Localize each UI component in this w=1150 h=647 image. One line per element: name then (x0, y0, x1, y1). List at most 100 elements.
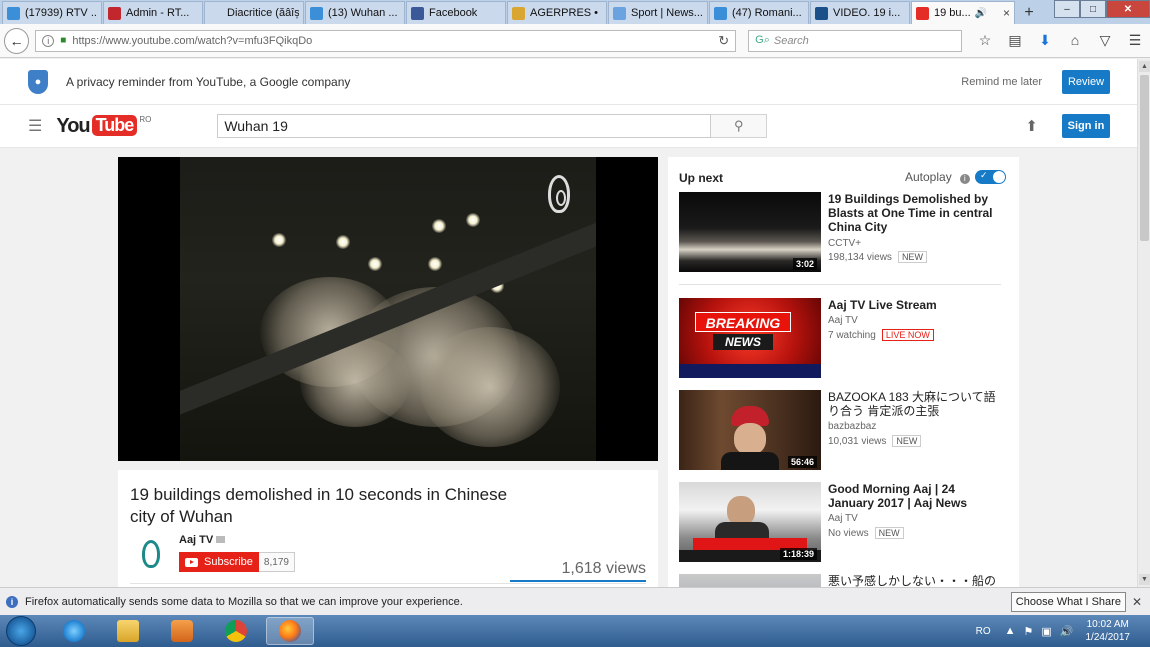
new-tab-button[interactable]: + (1016, 1, 1042, 24)
menu-icon[interactable]: ☰ (1120, 32, 1150, 49)
video-thumbnail[interactable]: 3:02 (679, 192, 821, 272)
pocket-icon[interactable]: ▽ (1090, 32, 1120, 49)
browser-tab[interactable]: VIDEO. 19 i... (810, 1, 910, 24)
firefox-notification-bar: i Firefox automatically sends some data … (0, 587, 1150, 615)
video-title[interactable]: BAZOOKA 183 大麻について語り合う 肯定派の主張 (828, 390, 1003, 418)
video-thumbnail[interactable]: BREAKING NEWS (679, 298, 821, 378)
info-icon[interactable]: i (42, 34, 55, 47)
scroll-down-icon[interactable]: ▼ (1139, 574, 1150, 585)
video-title[interactable]: Good Morning Aaj | 24 January 2017 | Aaj… (828, 482, 1003, 510)
sign-in-button[interactable]: Sign in (1062, 114, 1110, 138)
video-title[interactable]: Aaj TV Live Stream (828, 298, 1003, 312)
windows-taskbar: RO ▲ ⚑ ▣ 🔊 10:02 AM 1/24/2017 (0, 615, 1150, 647)
channel-name[interactable]: Aaj TV (179, 534, 226, 546)
taskbar-explorer-icon[interactable] (112, 617, 144, 645)
maximize-button[interactable]: □ (1080, 0, 1106, 18)
scrollbar-thumb[interactable] (1140, 75, 1149, 241)
close-icon[interactable]: ✕ (1132, 595, 1142, 609)
video-thumbnail[interactable] (679, 574, 821, 587)
browser-tab[interactable]: Facebook (406, 1, 506, 24)
flood-light (432, 219, 446, 233)
list-item[interactable]: 1:18:39 Good Morning Aaj | 24 January 20… (679, 482, 1009, 564)
upload-icon[interactable]: ⬆ (1025, 117, 1038, 135)
reload-icon[interactable]: ↻ (718, 33, 729, 49)
browser-tab[interactable]: Diacritice (ăâîșț) ... (204, 1, 304, 24)
video-player[interactable] (118, 157, 658, 461)
clock-date: 1/24/2017 (1085, 632, 1131, 643)
guide-menu-icon[interactable]: ☰ (28, 116, 42, 136)
network-icon[interactable]: ▣ (1041, 625, 1051, 638)
volume-icon[interactable]: 🔊 (1060, 625, 1074, 638)
youtube-logo[interactable]: You Tube RO (56, 114, 151, 138)
taskbar-media-player-icon[interactable] (166, 617, 198, 645)
video-title[interactable]: 悪い予感しかしない・・・船のトラブ (828, 574, 1003, 587)
twitter-icon (7, 6, 20, 20)
search-button[interactable]: ⚲ (711, 114, 768, 138)
tray-expand-icon[interactable]: ▲ (1005, 625, 1016, 637)
page-scrollbar[interactable]: ▲ ▼ (1137, 59, 1150, 587)
lock-icon[interactable]: ■ (60, 35, 66, 46)
list-item[interactable]: BREAKING NEWS Aaj TV Live Stream Aaj TV … (679, 298, 1009, 380)
browser-tab[interactable]: (13) Wuhan ... (305, 1, 405, 24)
taskbar-ie-icon[interactable] (58, 617, 90, 645)
youtube-header: ☰ You Tube RO Wuhan 19 ⚲ ⬆ Sign in (0, 105, 1137, 148)
new-badge: NEW (897, 251, 927, 263)
remind-later-link[interactable]: Remind me later (961, 76, 1042, 88)
duration: 56:46 (787, 456, 817, 468)
list-item[interactable]: 3:02 19 Buildings Demolished by Blasts a… (679, 192, 1009, 274)
back-button[interactable]: ← (4, 27, 30, 54)
live-now-badge: LIVE NOW (881, 329, 934, 341)
taskbar-firefox-icon[interactable] (266, 617, 314, 645)
divider (679, 284, 1001, 285)
browser-tab[interactable]: (47) Romani... (709, 1, 809, 24)
clock[interactable]: 10:02 AM 1/24/2017 (1086, 618, 1131, 644)
list-item[interactable]: 悪い予感しかしない・・・船のトラブ (679, 574, 1009, 587)
bookmark-star-icon[interactable]: ☆ (970, 32, 1000, 49)
youtube-search-input[interactable]: Wuhan 19 (217, 114, 712, 138)
aaj-tv-logo-icon (548, 175, 570, 213)
verified-icon (216, 536, 226, 543)
channel-avatar[interactable] (136, 536, 166, 574)
close-tab-icon[interactable]: × (1003, 6, 1010, 20)
language-indicator[interactable]: RO (976, 626, 991, 637)
review-button[interactable]: Review (1062, 69, 1110, 94)
browser-tab[interactable]: (17939) RTV ... (2, 1, 102, 24)
flag-icon[interactable]: ⚑ (1024, 625, 1034, 638)
browser-tab[interactable]: Admin - RT... (103, 1, 203, 24)
breaking-banner: BREAKING (695, 312, 791, 332)
video-title: 19 buildings demolished in 10 seconds in… (130, 485, 508, 526)
video-thumbnail[interactable]: 56:46 (679, 390, 821, 470)
video-meta: 10,031 views NEW (828, 435, 922, 447)
browser-tab-active[interactable]: 19 bu... 🔊 × (911, 1, 1015, 24)
subscriber-count: 8,179 (258, 552, 295, 572)
browser-tab[interactable]: AGERPRES • ... (507, 1, 607, 24)
taskbar-chrome-icon[interactable] (220, 617, 252, 645)
url-text[interactable]: https://www.youtube.com/watch?v=mfu3FQik… (72, 35, 312, 47)
watch-sidebar: Up next Autoplay i ✓ 3:02 19 Buildings De… (668, 157, 1019, 587)
browser-toolbar: ← i ■ https://www.youtube.com/watch?v=mf… (0, 24, 1150, 58)
minimize-button[interactable]: – (1054, 0, 1080, 18)
video-thumbnail[interactable]: 1:18:39 (679, 482, 821, 562)
video-title[interactable]: 19 Buildings Demolished by Blasts at One… (828, 192, 1003, 234)
news-icon (613, 6, 626, 20)
toolbar-icons: ☆ ▤ ⬇ ⌂ ▽ ☰ (970, 32, 1150, 49)
speaker-icon[interactable]: 🔊 (975, 8, 987, 19)
browser-search-field[interactable]: G⌕ Search (748, 29, 962, 52)
search-placeholder: Search (773, 34, 809, 47)
url-bar[interactable]: i ■ https://www.youtube.com/watch?v=mfu3… (35, 29, 737, 52)
list-item[interactable]: 56:46 BAZOOKA 183 大麻について語り合う 肯定派の主張 bazb… (679, 390, 1009, 472)
autoplay-toggle[interactable]: ✓ (975, 170, 1006, 184)
start-button[interactable] (6, 616, 36, 646)
browser-tab[interactable]: Sport | News... (608, 1, 708, 24)
download-icon[interactable]: ⬇ (1030, 32, 1060, 49)
scroll-up-icon[interactable]: ▲ (1139, 61, 1150, 72)
info-icon[interactable]: i (959, 174, 970, 184)
library-icon[interactable]: ▤ (1000, 32, 1030, 49)
jacket (721, 452, 779, 470)
video-icon (815, 6, 828, 20)
rtv-icon (108, 6, 121, 20)
home-icon[interactable]: ⌂ (1060, 32, 1090, 49)
window-close-button[interactable]: ✕ (1106, 0, 1150, 18)
subscribe-button[interactable]: Subscribe (179, 552, 259, 572)
choose-what-i-share-button[interactable]: Choose What I Share (1010, 591, 1126, 612)
